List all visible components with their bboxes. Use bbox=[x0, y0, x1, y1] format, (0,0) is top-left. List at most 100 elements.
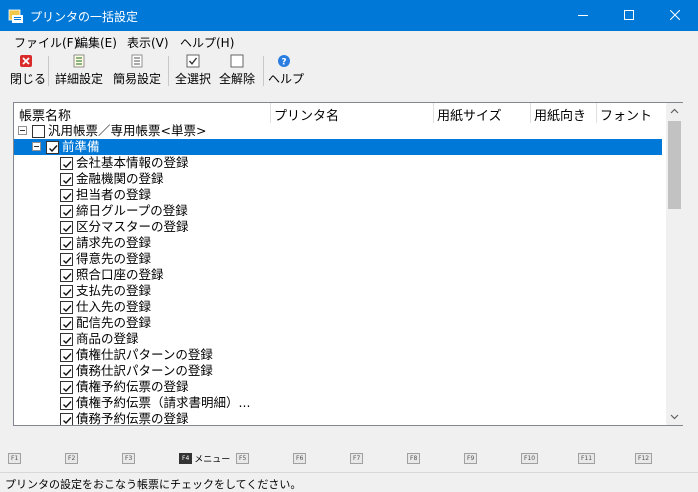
minimize-button[interactable] bbox=[560, 0, 606, 31]
list-icon bbox=[73, 54, 85, 68]
checked-checkbox[interactable] bbox=[60, 317, 73, 330]
close-button[interactable] bbox=[652, 0, 698, 31]
tree-row-item[interactable]: 債権仕訳パターンの登録 bbox=[14, 347, 666, 363]
menu-file[interactable]: ファイル(F) bbox=[14, 34, 78, 51]
tree-row-item[interactable]: 会社基本情報の登録 bbox=[14, 155, 666, 171]
menu-view[interactable]: 表示(V) bbox=[127, 34, 169, 51]
tree-row-item[interactable]: 照合口座の登録 bbox=[14, 267, 666, 283]
help-button[interactable]: ? ヘルプ bbox=[268, 54, 304, 88]
help-icon: ? bbox=[278, 55, 290, 68]
scrollbar-thumb[interactable] bbox=[668, 121, 681, 209]
checked-checkbox[interactable] bbox=[60, 413, 73, 425]
function-key-f6[interactable]: F6 bbox=[293, 451, 307, 465]
minimize-icon bbox=[578, 15, 588, 16]
checkmark-icon bbox=[63, 177, 72, 185]
function-key-f11[interactable]: F11 bbox=[578, 451, 596, 465]
vertical-scrollbar[interactable] bbox=[666, 103, 683, 425]
checked-checkbox[interactable] bbox=[60, 397, 73, 410]
tree-row-item[interactable]: 担当者の登録 bbox=[14, 187, 666, 203]
checked-checkbox[interactable] bbox=[60, 157, 73, 170]
checkmark-icon bbox=[63, 401, 72, 409]
scroll-down-icon[interactable] bbox=[666, 408, 683, 425]
svg-text:?: ? bbox=[281, 58, 286, 68]
tree-row-item[interactable]: 区分マスターの登録 bbox=[14, 219, 666, 235]
checked-checkbox[interactable] bbox=[60, 189, 73, 202]
tree-row-item[interactable]: 得意先の登録 bbox=[14, 251, 666, 267]
function-key-cap: F5 bbox=[236, 453, 250, 464]
maximize-button[interactable] bbox=[606, 0, 652, 31]
column-header-paper-size[interactable]: 用紙サイズ bbox=[437, 105, 502, 124]
checked-checkbox[interactable] bbox=[60, 205, 73, 218]
function-key-f9[interactable]: F9 bbox=[464, 451, 478, 465]
menu-help[interactable]: ヘルプ(H) bbox=[180, 34, 234, 51]
tree-row-item[interactable]: 締日グループの登録 bbox=[14, 203, 666, 219]
tree-item-label: 債権仕訳パターンの登録 bbox=[76, 347, 213, 362]
scroll-up-icon[interactable] bbox=[666, 103, 683, 120]
tree-row-item[interactable]: 金融機関の登録 bbox=[14, 171, 666, 187]
tree-row-item[interactable]: 債務予約伝票の登録 bbox=[14, 411, 666, 425]
tree-row-item[interactable]: 債権予約伝票の登録 bbox=[14, 379, 666, 395]
column-divider[interactable] bbox=[270, 103, 271, 123]
toolbar-separator bbox=[48, 56, 49, 86]
tree-row-root[interactable]: 汎用帳票／専用帳票<単票> bbox=[14, 123, 666, 139]
function-key-f8[interactable]: F8 bbox=[407, 451, 421, 465]
column-header-font[interactable]: フォント bbox=[600, 105, 652, 124]
checked-checkbox[interactable] bbox=[60, 173, 73, 186]
column-header-printer[interactable]: プリンタ名 bbox=[274, 105, 339, 124]
column-divider[interactable] bbox=[596, 103, 597, 123]
function-key-f2[interactable]: F2 bbox=[65, 451, 79, 465]
collapse-toggle-icon[interactable] bbox=[32, 142, 41, 151]
simple-settings-label: 簡易設定 bbox=[112, 72, 161, 86]
function-key-f5[interactable]: F5 bbox=[236, 451, 250, 465]
checked-checkbox[interactable] bbox=[60, 349, 73, 362]
function-key-f3[interactable]: F3 bbox=[122, 451, 136, 465]
tree-row-item[interactable]: 商品の登録 bbox=[14, 331, 666, 347]
tree-row-item[interactable]: 支払先の登録 bbox=[14, 283, 666, 299]
tree-row-item[interactable]: 請求先の登録 bbox=[14, 235, 666, 251]
menu-edit[interactable]: 編集(E) bbox=[76, 34, 117, 51]
select-all-button[interactable]: 全選択 bbox=[174, 54, 212, 88]
column-divider[interactable] bbox=[433, 103, 434, 123]
checked-checkbox[interactable] bbox=[60, 381, 73, 394]
function-key-label: メニュー bbox=[194, 455, 231, 465]
column-header-orientation[interactable]: 用紙向き bbox=[534, 105, 586, 124]
tree-row-item[interactable]: 配信先の登録 bbox=[14, 315, 666, 331]
collapse-toggle-icon[interactable] bbox=[18, 126, 27, 135]
checked-checkbox[interactable] bbox=[60, 221, 73, 234]
tree-row-item[interactable]: 債権予約伝票（請求書明細）... bbox=[14, 395, 666, 411]
checked-checkbox[interactable] bbox=[60, 253, 73, 266]
tree-row-item[interactable]: 仕入先の登録 bbox=[14, 299, 666, 315]
tree-group-label: 前準備 bbox=[62, 139, 100, 154]
function-key-f12[interactable]: F12 bbox=[635, 451, 653, 465]
report-tree-list[interactable]: 帳票名称 プリンタ名 用紙サイズ 用紙向き フォント 汎用帳票／専用帳票<単票>… bbox=[13, 102, 683, 426]
checked-checkbox[interactable] bbox=[60, 237, 73, 250]
checked-checkbox[interactable] bbox=[46, 141, 59, 154]
checked-checkbox[interactable] bbox=[60, 301, 73, 314]
checked-checkbox[interactable] bbox=[60, 365, 73, 378]
checked-checkbox[interactable] bbox=[60, 269, 73, 282]
function-key-f10[interactable]: F10 bbox=[521, 451, 539, 465]
tree-item-label: 債務仕訳パターンの登録 bbox=[76, 363, 213, 378]
unchecked-checkbox[interactable] bbox=[32, 125, 45, 138]
tree-item-label: 支払先の登録 bbox=[76, 283, 152, 298]
detail-settings-button[interactable]: 詳細設定 bbox=[54, 54, 104, 88]
tree-row-item[interactable]: 債務仕訳パターンの登録 bbox=[14, 363, 666, 379]
column-header-report-name[interactable]: 帳票名称 bbox=[19, 105, 71, 124]
checkmark-icon bbox=[63, 289, 72, 297]
simple-settings-button[interactable]: 簡易設定 bbox=[112, 54, 162, 88]
checkmark-icon bbox=[63, 385, 72, 393]
function-key-f7[interactable]: F7 bbox=[350, 451, 364, 465]
function-key-f1[interactable]: F1 bbox=[8, 451, 22, 465]
deselect-all-button[interactable]: 全解除 bbox=[218, 54, 256, 88]
tree-row-group[interactable]: 前準備 bbox=[14, 139, 666, 155]
function-key-cap: F7 bbox=[350, 453, 364, 464]
column-divider[interactable] bbox=[530, 103, 531, 123]
tree-item-label: 仕入先の登録 bbox=[76, 299, 152, 314]
function-key-f4[interactable]: F4 メニュー bbox=[179, 451, 230, 465]
close-tool-button[interactable]: 閉じる bbox=[10, 54, 46, 88]
checked-checkbox[interactable] bbox=[60, 285, 73, 298]
checked-checkbox[interactable] bbox=[60, 333, 73, 346]
function-key-cap: F11 bbox=[578, 453, 596, 464]
deselect-all-label: 全解除 bbox=[218, 72, 255, 86]
checkmark-icon bbox=[63, 161, 72, 169]
